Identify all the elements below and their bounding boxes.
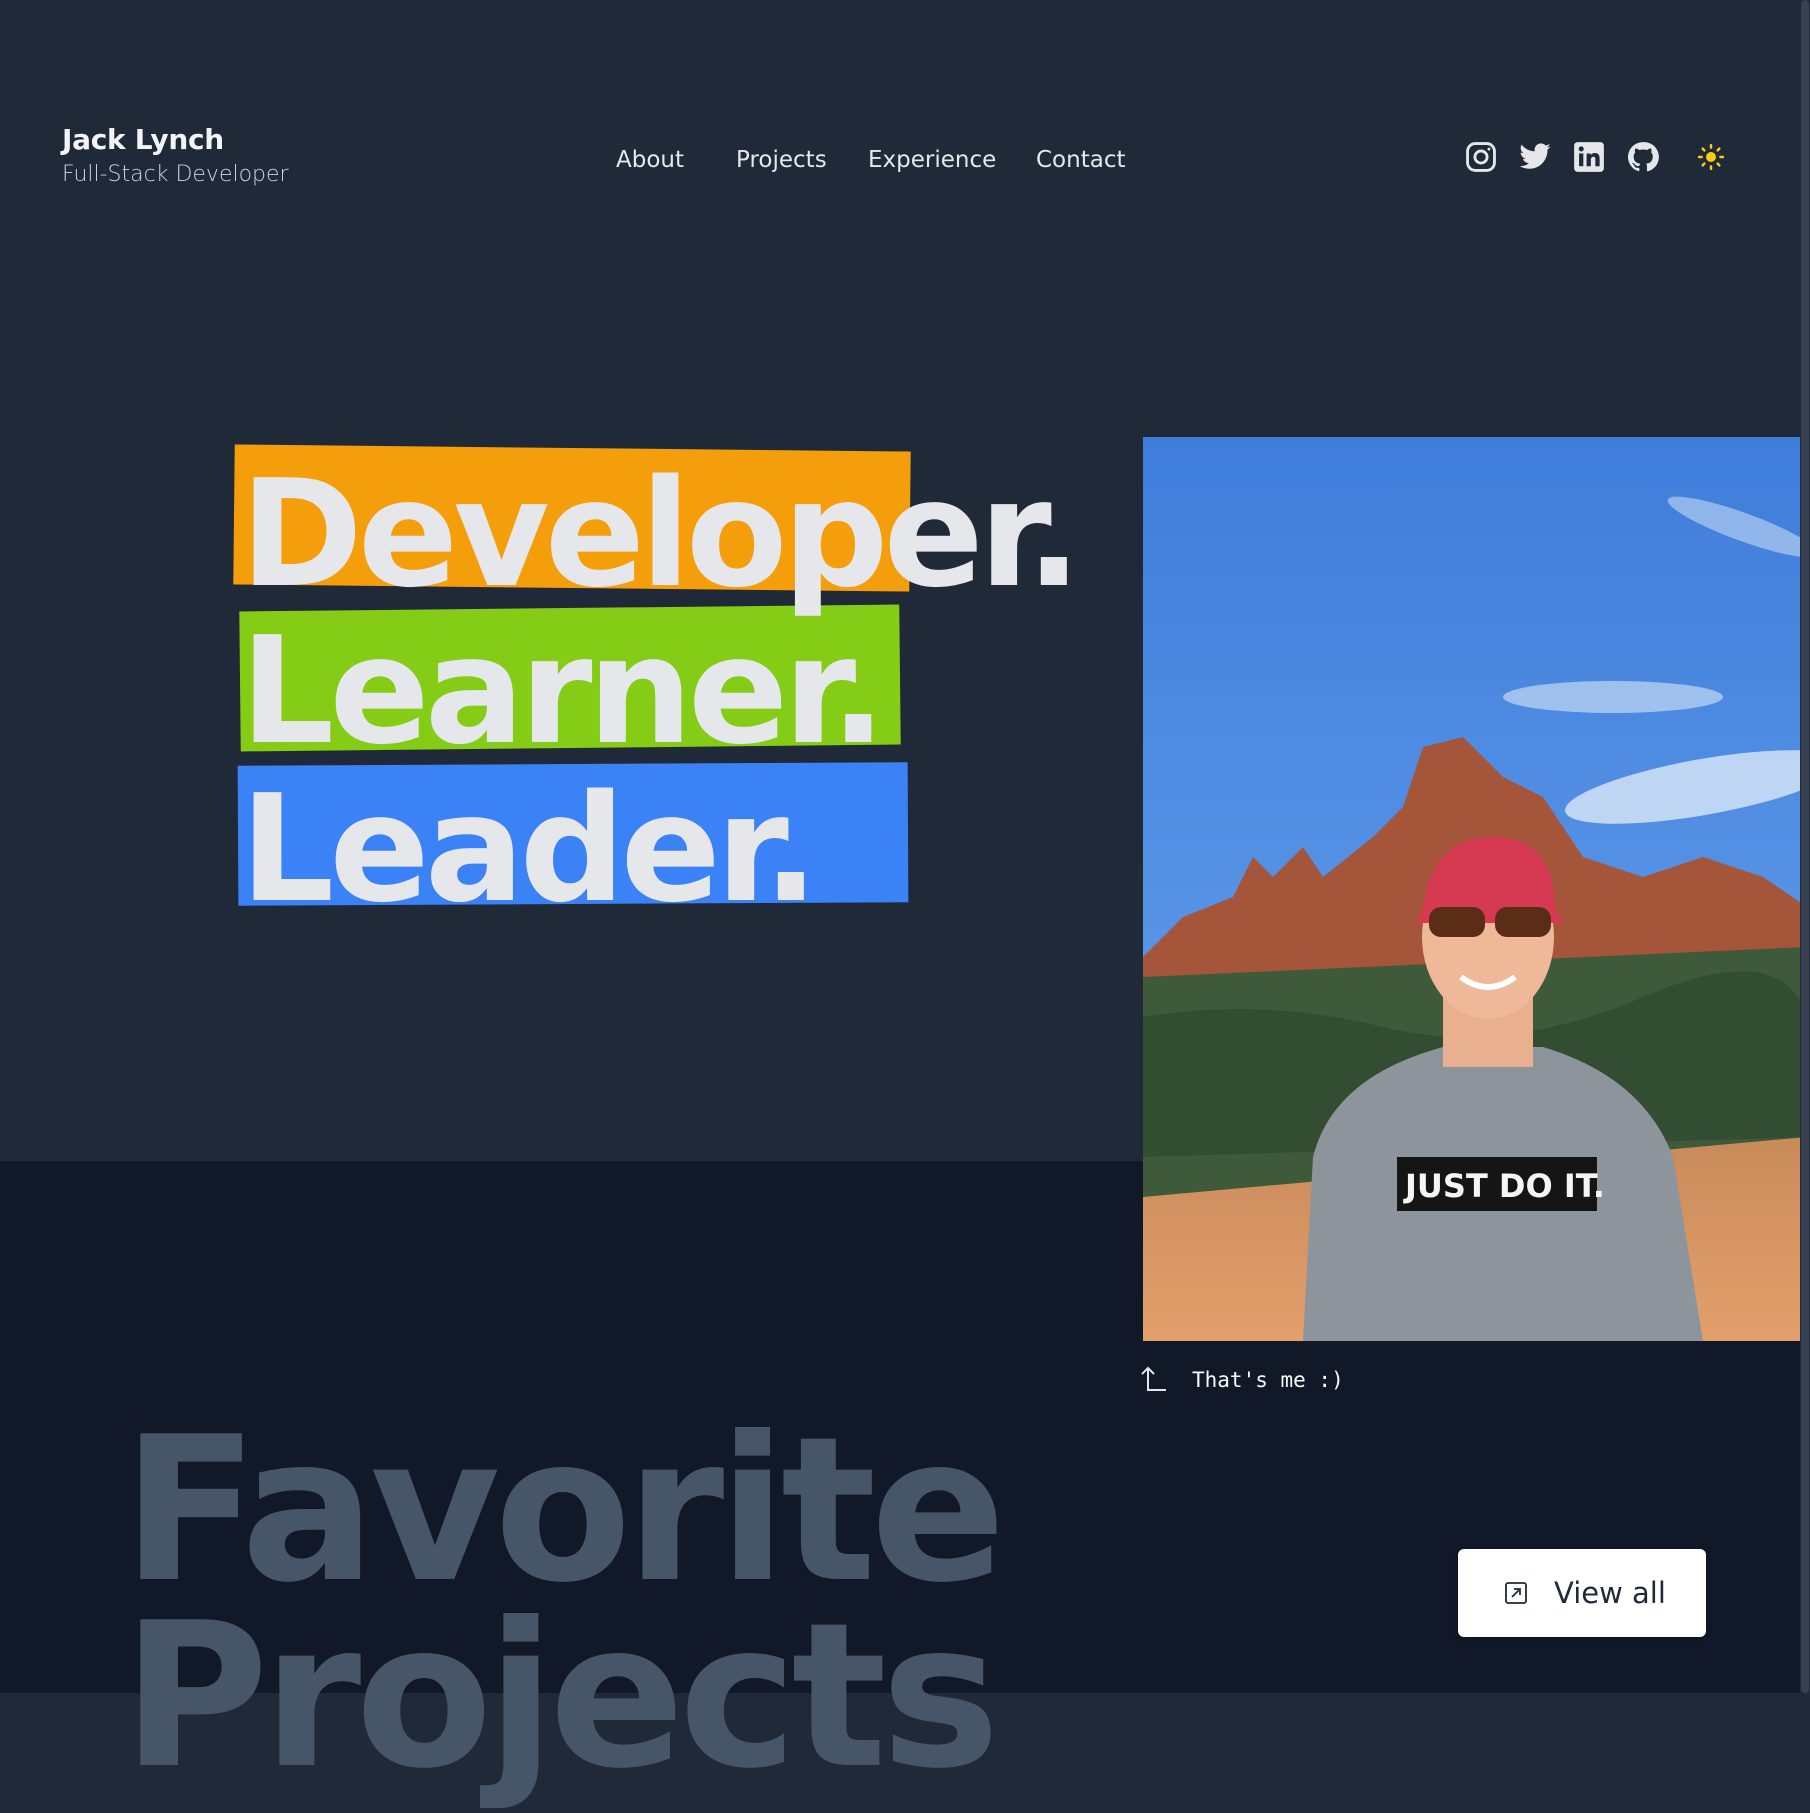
- profile-photo-illustration: JUST DO IT.: [1143, 437, 1807, 1341]
- view-all-button[interactable]: View all: [1458, 1549, 1706, 1637]
- section-title-line-1: Favorite: [122, 1394, 1006, 1627]
- scrollbar-thumb[interactable]: [1801, 0, 1809, 1693]
- section-title-favorite-projects: Favorite Projects: [122, 1394, 1022, 1813]
- arrow-up-left-icon: [1141, 1366, 1166, 1391]
- section-title-line-2: Projects: [122, 1580, 1000, 1813]
- twitter-icon[interactable]: [1518, 140, 1552, 174]
- caption-text: That's me :): [1192, 1368, 1344, 1392]
- hero-word-learner: Learner.: [240, 605, 886, 777]
- view-all-label: View all: [1554, 1576, 1666, 1610]
- shirt-text: JUST DO IT.: [1403, 1167, 1605, 1205]
- profile-photo: JUST DO IT.: [1143, 437, 1807, 1341]
- external-link-icon: [1505, 1582, 1527, 1604]
- hero-word-leader: Leader.: [240, 763, 819, 935]
- hero-tagline: Developer. Learner. Leader.: [0, 0, 1082, 1000]
- github-icon[interactable]: [1626, 140, 1660, 174]
- hero-word-developer: Developer.: [240, 448, 1082, 620]
- linkedin-icon[interactable]: [1572, 140, 1606, 174]
- instagram-icon[interactable]: [1464, 140, 1498, 174]
- sun-icon[interactable]: [1696, 142, 1726, 172]
